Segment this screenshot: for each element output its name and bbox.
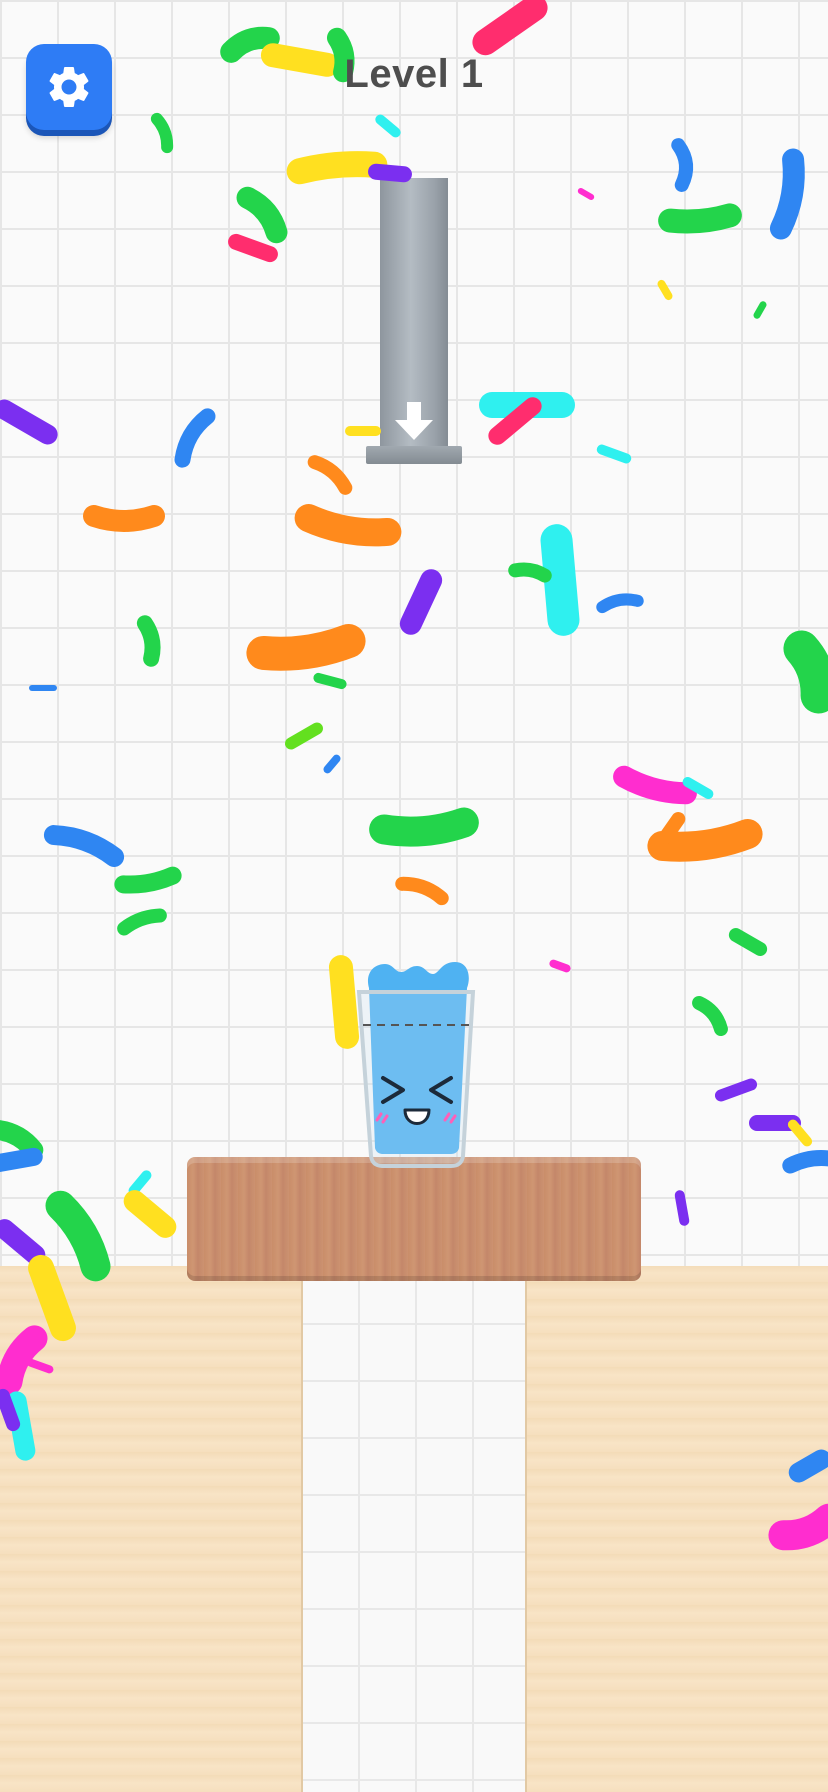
- floor-gap: [301, 1266, 527, 1792]
- confetti-piece: [540, 524, 580, 636]
- confetti-piece: [728, 928, 768, 956]
- confetti-piece: [783, 630, 828, 714]
- confetti-piece: [136, 615, 161, 667]
- confetti-piece: [117, 908, 167, 936]
- confetti-piece: [323, 754, 341, 774]
- confetti-piece: [45, 1190, 111, 1282]
- confetti-piece: [596, 593, 644, 614]
- confetti-piece: [114, 866, 182, 894]
- confetti-piece: [488, 397, 542, 445]
- confetti-piece: [692, 995, 728, 1037]
- down-arrow-icon: [395, 402, 433, 440]
- confetti-piece: [0, 399, 58, 445]
- water-glass: [356, 962, 476, 1168]
- confetti-piece: [0, 1147, 43, 1173]
- confetti-piece: [787, 1119, 813, 1147]
- confetti-piece: [399, 569, 443, 635]
- glass-outline: [356, 990, 476, 1168]
- confetti-piece: [150, 112, 174, 154]
- confetti-piece: [174, 408, 216, 468]
- confetti-piece: [682, 777, 714, 799]
- confetti-piece: [0, 1120, 44, 1160]
- confetti-piece: [647, 819, 763, 862]
- confetti-piece: [658, 203, 742, 234]
- confetti-piece: [369, 807, 479, 847]
- confetti-piece: [549, 959, 571, 973]
- confetti-piece: [596, 444, 632, 464]
- confetti-piece: [220, 26, 280, 63]
- confetti-piece: [307, 455, 353, 495]
- confetti-piece: [368, 163, 412, 183]
- wooden-table: [187, 1157, 641, 1281]
- confetti-piece: [0, 1219, 46, 1265]
- confetti-piece: [375, 114, 401, 138]
- confetti-piece: [313, 672, 347, 690]
- confetti-piece: [657, 279, 673, 301]
- pipe-nozzle: [366, 446, 462, 464]
- confetti-piece: [658, 811, 686, 845]
- confetti-piece: [286, 151, 388, 185]
- confetti-piece: [236, 186, 288, 244]
- confetti-piece: [294, 504, 402, 547]
- confetti-piece: [285, 722, 323, 750]
- confetti-piece: [577, 188, 595, 200]
- confetti-piece: [83, 505, 165, 532]
- confetti-piece: [782, 1150, 828, 1174]
- confetti-piece: [769, 148, 805, 240]
- confetti-piece: [472, 0, 548, 56]
- level-title: Level 1: [344, 52, 484, 96]
- confetti-piece: [395, 876, 449, 906]
- confetti-piece: [671, 138, 694, 192]
- confetti-piece: [753, 301, 767, 319]
- confetti-piece: [674, 1190, 690, 1226]
- confetti-piece: [508, 562, 552, 583]
- confetti-piece: [328, 955, 360, 1049]
- confetti-piece: [123, 1190, 177, 1238]
- confetti-piece: [228, 233, 278, 263]
- confetti-piece: [128, 1170, 152, 1196]
- confetti-piece: [43, 825, 125, 867]
- confetti-piece: [714, 1078, 758, 1102]
- water-pipe[interactable]: [364, 178, 464, 468]
- confetti-piece: [613, 765, 697, 805]
- confetti-piece: [246, 624, 366, 671]
